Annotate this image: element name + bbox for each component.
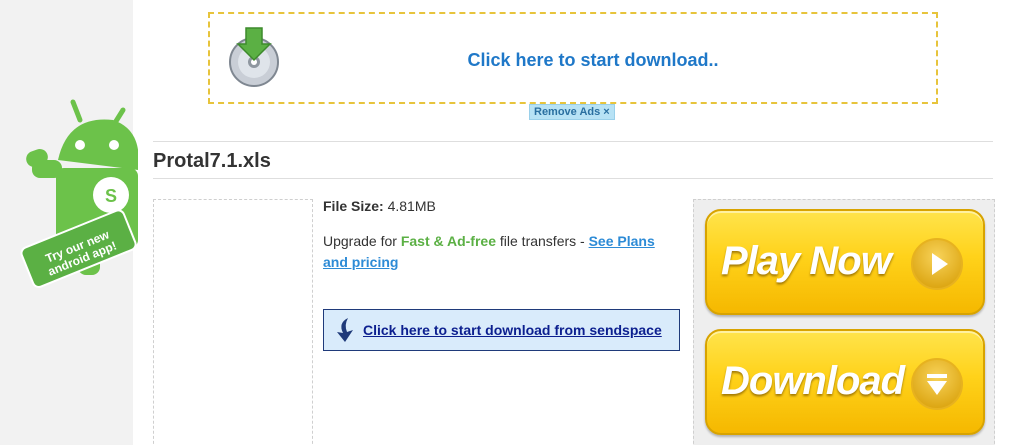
android-app-promo[interactable]: S Try our new android app! xyxy=(18,90,139,295)
upgrade-suffix: file transfers - xyxy=(496,233,589,249)
file-size-row: File Size: 4.81MB xyxy=(323,198,683,214)
download-ad-button[interactable]: Download xyxy=(705,329,985,435)
ad-banner[interactable]: Click here to start download.. xyxy=(208,12,938,104)
download-arrow-icon xyxy=(337,318,353,342)
upgrade-prefix: Upgrade for xyxy=(323,233,401,249)
divider-top xyxy=(153,141,993,142)
side-ad: Play Now Download xyxy=(693,199,995,445)
ad-download-link[interactable]: Click here to start download.. xyxy=(210,50,936,71)
play-icon xyxy=(911,238,963,290)
divider-title xyxy=(153,178,993,179)
download-ad-label: Download xyxy=(721,359,905,403)
file-size-label: File Size: xyxy=(323,198,384,214)
file-size-value: 4.81MB xyxy=(387,198,436,214)
upgrade-highlight: Fast & Ad-free xyxy=(400,233,496,249)
file-thumbnail-placeholder xyxy=(153,199,313,445)
upgrade-text: Upgrade for Fast & Ad-free file transfer… xyxy=(323,231,683,273)
sendspace-download-box[interactable]: Click here to start download from sendsp… xyxy=(323,309,680,351)
sendspace-download-link[interactable]: Click here to start download from sendsp… xyxy=(363,322,662,338)
play-now-label: Play Now xyxy=(721,239,892,283)
remove-ads-label: Remove Ads xyxy=(534,106,601,118)
svg-text:S: S xyxy=(105,186,117,206)
download-triangle-icon xyxy=(911,358,963,410)
close-icon: × xyxy=(603,106,610,118)
remove-ads-button[interactable]: Remove Ads × xyxy=(529,104,615,120)
file-title: Protal7.1.xls xyxy=(153,150,271,172)
play-now-button[interactable]: Play Now xyxy=(705,209,985,315)
